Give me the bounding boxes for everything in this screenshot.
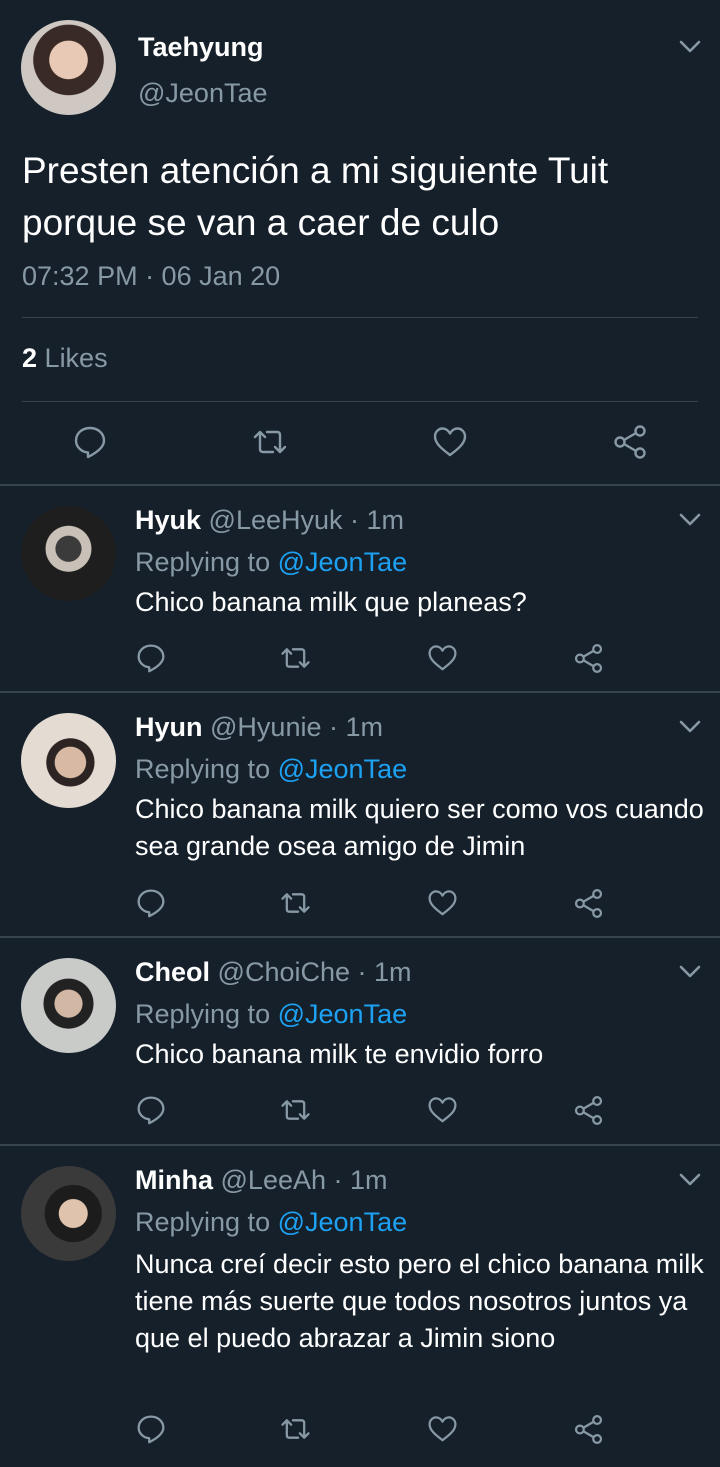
replying-mention[interactable]: @JeonTae bbox=[278, 1207, 408, 1237]
reply-author-name[interactable]: Minha bbox=[135, 1165, 213, 1195]
reply-tweet[interactable]: Minha @LeeAh · 1m Replying to @JeonTae N… bbox=[0, 1146, 720, 1467]
reply-actions bbox=[0, 638, 720, 678]
share-icon[interactable] bbox=[571, 883, 605, 923]
reply-tweet[interactable]: Hyun @Hyunie · 1m Replying to @JeonTae C… bbox=[0, 693, 720, 936]
chevron-down-icon[interactable] bbox=[677, 717, 703, 737]
replying-prefix: Replying to bbox=[135, 999, 271, 1029]
reply-time: · 1m bbox=[333, 1165, 388, 1195]
retweet-icon[interactable] bbox=[277, 638, 313, 678]
share-icon[interactable] bbox=[571, 638, 605, 678]
reply-header: Minha @LeeAh · 1m bbox=[135, 1165, 388, 1196]
reply-tweet[interactable]: Hyuk @LeeHyuk · 1m Replying to @JeonTae … bbox=[0, 486, 720, 692]
replying-to: Replying to @JeonTae bbox=[135, 1207, 407, 1238]
heart-icon[interactable] bbox=[425, 638, 459, 678]
divider bbox=[22, 401, 698, 402]
replying-mention[interactable]: @JeonTae bbox=[278, 754, 408, 784]
share-icon[interactable] bbox=[571, 1090, 605, 1130]
tweet-timestamp: 07:32 PM · 06 Jan 20 bbox=[22, 261, 281, 291]
reply-actions bbox=[0, 1090, 720, 1130]
tweet-text: Presten atención a mi siguiente Tuit por… bbox=[22, 150, 609, 243]
heart-icon[interactable] bbox=[425, 883, 459, 923]
chevron-down-icon[interactable] bbox=[677, 37, 703, 57]
likes-label: Likes bbox=[44, 343, 108, 373]
reply-text: Nunca creí decir esto pero el chico bana… bbox=[135, 1249, 704, 1353]
reply-actions bbox=[0, 1409, 720, 1449]
chevron-down-icon[interactable] bbox=[677, 1170, 703, 1190]
avatar[interactable] bbox=[21, 713, 116, 808]
replying-mention[interactable]: @JeonTae bbox=[278, 547, 408, 577]
main-tweet: Taehyung @JeonTae Presten atención a mi … bbox=[0, 0, 720, 485]
chevron-down-icon[interactable] bbox=[677, 962, 703, 982]
avatar[interactable] bbox=[21, 506, 116, 601]
reply-time: · 1m bbox=[357, 957, 412, 987]
heart-icon[interactable] bbox=[430, 422, 470, 462]
reply-text: Chico banana milk te envidio forro bbox=[135, 1039, 544, 1069]
retweet-icon[interactable] bbox=[250, 422, 290, 462]
heart-icon[interactable] bbox=[425, 1409, 459, 1449]
share-icon[interactable] bbox=[571, 1409, 605, 1449]
reply-text: Chico banana milk quiero ser como vos cu… bbox=[135, 794, 704, 861]
heart-icon[interactable] bbox=[425, 1090, 459, 1130]
replying-to: Replying to @JeonTae bbox=[135, 547, 407, 578]
tweet-actions bbox=[0, 416, 720, 468]
retweet-icon[interactable] bbox=[277, 1090, 313, 1130]
comment-icon[interactable] bbox=[134, 1090, 168, 1130]
retweet-icon[interactable] bbox=[277, 1409, 313, 1449]
comment-icon[interactable] bbox=[134, 883, 168, 923]
reply-tweet[interactable]: Cheol @ChoiChe · 1m Replying to @JeonTae… bbox=[0, 938, 720, 1144]
reply-actions bbox=[0, 883, 720, 923]
tweet-detail-screen: Taehyung @JeonTae Presten atención a mi … bbox=[0, 0, 720, 1467]
replying-to: Replying to @JeonTae bbox=[135, 999, 407, 1030]
reply-author-handle[interactable]: @Hyunie bbox=[210, 712, 321, 742]
comment-icon[interactable] bbox=[70, 422, 110, 462]
reply-author-handle[interactable]: @LeeAh bbox=[221, 1165, 326, 1195]
reply-text: Chico banana milk que planeas? bbox=[135, 587, 527, 617]
reply-author-name[interactable]: Hyun bbox=[135, 712, 203, 742]
retweet-icon[interactable] bbox=[277, 883, 313, 923]
likes-count[interactable]: 2 Likes bbox=[22, 343, 108, 374]
reply-author-handle[interactable]: @LeeHyuk bbox=[209, 505, 343, 535]
reply-header: Hyun @Hyunie · 1m bbox=[135, 712, 383, 743]
avatar[interactable] bbox=[21, 958, 116, 1053]
likes-number: 2 bbox=[22, 343, 38, 373]
reply-time: · 1m bbox=[350, 505, 405, 535]
divider bbox=[22, 317, 698, 318]
reply-header: Hyuk @LeeHyuk · 1m bbox=[135, 505, 404, 536]
replying-prefix: Replying to bbox=[135, 1207, 271, 1237]
replying-mention[interactable]: @JeonTae bbox=[278, 999, 408, 1029]
comment-icon[interactable] bbox=[134, 638, 168, 678]
reply-author-name[interactable]: Cheol bbox=[135, 957, 210, 987]
comment-icon[interactable] bbox=[134, 1409, 168, 1449]
avatar[interactable] bbox=[21, 20, 116, 115]
reply-author-name[interactable]: Hyuk bbox=[135, 505, 201, 535]
replying-prefix: Replying to bbox=[135, 547, 271, 577]
author-name[interactable]: Taehyung bbox=[138, 32, 264, 63]
avatar[interactable] bbox=[21, 1166, 116, 1261]
share-icon[interactable] bbox=[610, 422, 650, 462]
reply-header: Cheol @ChoiChe · 1m bbox=[135, 957, 412, 988]
reply-time: · 1m bbox=[329, 712, 383, 742]
reply-author-handle[interactable]: @ChoiChe bbox=[218, 957, 350, 987]
chevron-down-icon[interactable] bbox=[677, 510, 703, 530]
replying-to: Replying to @JeonTae bbox=[135, 754, 407, 785]
author-handle[interactable]: @JeonTae bbox=[138, 78, 268, 109]
replying-prefix: Replying to bbox=[135, 754, 271, 784]
